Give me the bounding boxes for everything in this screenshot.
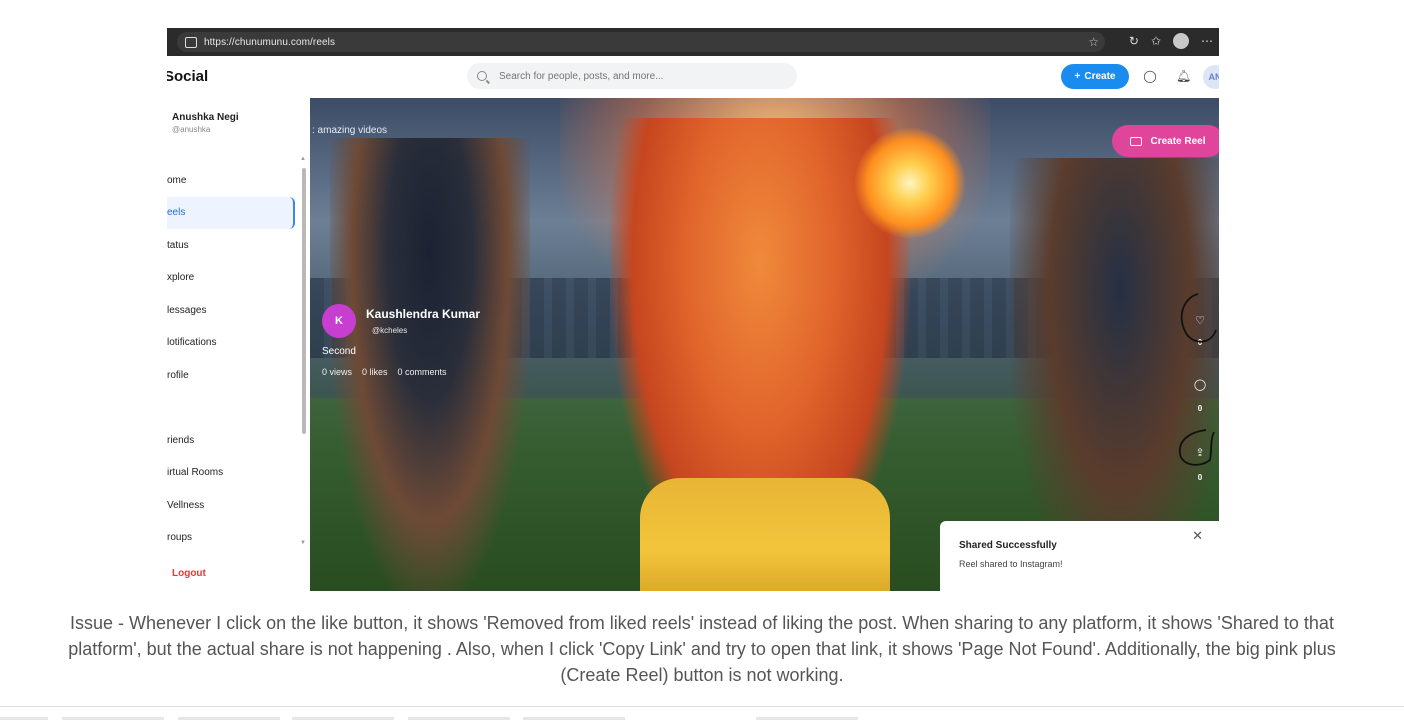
scrollbar-thumb[interactable] [302, 168, 306, 434]
app-header: Social + Create ◯ 🔔︎ AN [167, 56, 1219, 99]
toast-title: Shared Successfully [959, 540, 1057, 551]
create-button-label: Create [1084, 71, 1116, 82]
sidebar: Anushka Negi @anushka ome eels tatus xpl… [167, 98, 311, 591]
search-icon [477, 71, 487, 81]
reel-stats: 0 views 0 likes 0 comments [322, 367, 447, 377]
site-info-icon[interactable] [185, 36, 197, 48]
favorites-icon[interactable]: ✩ [1151, 34, 1161, 48]
author-handle: @kcheles [372, 326, 408, 335]
sidebar-item-status[interactable]: tatus [167, 229, 295, 262]
toast-message: Reel shared to Instagram! [959, 559, 1063, 569]
reel-caption-tag: : amazing videos [312, 125, 388, 136]
sidebar-item-notifications[interactable]: lotifications [167, 327, 295, 360]
screenshot-frame: https://chunumunu.com/reels ☆ ↻ ✩ ⋯ Soci… [167, 28, 1219, 591]
plus-icon: + [1074, 71, 1081, 82]
sidebar-item-profile[interactable]: rofile [167, 359, 295, 392]
sidebar-item-wellness[interactable]: Vellness [167, 489, 295, 522]
likes-count: 0 likes [362, 367, 388, 377]
like-heart-icon[interactable]: ♡ [1190, 314, 1210, 327]
author-name[interactable]: Kaushlendra Kumar [366, 307, 480, 321]
like-count: 0 [1197, 338, 1203, 347]
sidebar-user[interactable]: Anushka Negi @anushka [172, 112, 239, 134]
toast-notification: Shared Successfully Reel shared to Insta… [940, 521, 1219, 591]
reel-description: Second [322, 346, 356, 357]
browser-icons: ↻ ✩ ⋯ [1129, 33, 1213, 49]
create-reel-label: Create Reel [1150, 135, 1206, 147]
comment-count: 0 [1197, 404, 1203, 413]
sidebar-scrollbar[interactable]: ▲ ▼ [300, 156, 308, 546]
views-count: 0 views [322, 367, 353, 377]
reel-figure-garment [640, 478, 890, 591]
logout-button[interactable]: Logout [172, 568, 206, 579]
notifications-bell-icon[interactable]: 🔔︎ [1176, 69, 1191, 83]
camera-icon [1130, 136, 1143, 146]
comments-count: 0 comments [397, 367, 447, 377]
address-bar[interactable]: https://chunumunu.com/reels ☆ [177, 32, 1105, 52]
search-input[interactable] [497, 69, 781, 83]
comment-icon[interactable]: ◯ [1190, 378, 1210, 391]
refresh-icon[interactable]: ↻ [1129, 34, 1139, 48]
more-options-icon[interactable]: ⋯ [1201, 34, 1213, 48]
url-text: https://chunumunu.com/reels [204, 36, 336, 48]
issue-description: Issue - Whenever I click on the like but… [68, 613, 1336, 685]
create-button[interactable]: + Create [1061, 64, 1129, 89]
favorite-star-icon[interactable]: ☆ [1088, 35, 1099, 49]
share-icon[interactable]: ⇪ [1190, 446, 1210, 459]
sidebar-nav: ome eels tatus xplore lessages lotificat… [167, 164, 295, 554]
divider [0, 706, 1404, 707]
user-handle: @anushka [172, 125, 211, 134]
sidebar-item-home[interactable]: ome [167, 164, 295, 197]
user-avatar[interactable]: AN [1203, 65, 1219, 89]
profile-avatar-icon[interactable] [1173, 33, 1189, 49]
scroll-up-icon[interactable]: ▲ [300, 156, 306, 162]
reel-figure-left [330, 138, 530, 591]
messages-icon[interactable]: ◯ [1143, 69, 1157, 83]
search-bar[interactable] [467, 63, 797, 89]
sidebar-item-explore[interactable]: xplore [167, 262, 295, 295]
browser-toolbar: https://chunumunu.com/reels ☆ ↻ ✩ ⋯ [167, 28, 1219, 56]
author-avatar[interactable]: K [322, 304, 356, 338]
create-reel-button[interactable]: Create Reel [1112, 125, 1219, 157]
sidebar-item-messages[interactable]: lessages [167, 294, 295, 327]
sidebar-item-friends[interactable]: riends [167, 424, 295, 457]
reel-background-sun [855, 128, 965, 238]
sidebar-item-groups[interactable]: roups [167, 522, 295, 555]
sidebar-item-reels[interactable]: eels [167, 196, 295, 229]
close-icon[interactable]: ✕ [1192, 528, 1203, 544]
sidebar-item-virtual-rooms[interactable]: irtual Rooms [167, 457, 295, 490]
share-count: 0 [1197, 473, 1203, 482]
scroll-down-icon[interactable]: ▼ [300, 540, 306, 546]
reel-player[interactable]: : amazing videos Create Reel K Kaushlend… [310, 98, 1219, 591]
brand-logo[interactable]: Social [167, 68, 208, 85]
user-name: Anushka Negi [172, 112, 239, 123]
